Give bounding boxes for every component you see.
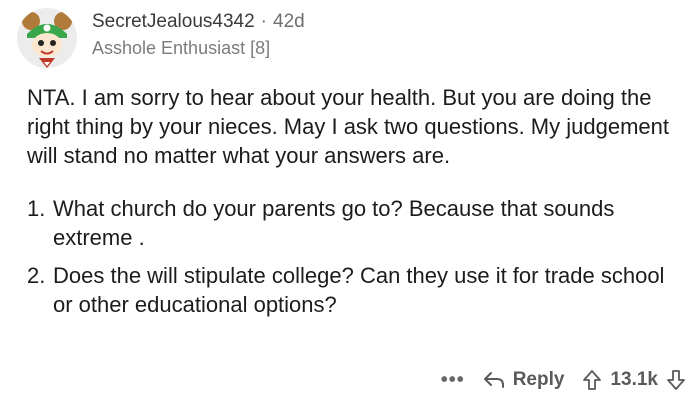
list-item-number: 1. (27, 196, 46, 221)
comment-header: SecretJealous4342 · 42d Asshole Enthusiast… (92, 10, 305, 60)
vote-controls: 13.1k (582, 369, 686, 391)
reply-button[interactable]: Reply (483, 369, 565, 391)
comment-list: 1. What church do your parents go to? Be… (27, 194, 677, 319)
user-flair: Asshole Enthusiast [8] (92, 38, 271, 58)
list-item: 2. Does the will stipulate college? Can … (27, 261, 677, 319)
reddit-avatar-icon (17, 8, 77, 68)
upvote-arrow-icon[interactable] (582, 369, 602, 391)
list-item: 1. What church do your parents go to? Be… (27, 194, 677, 252)
comment-age: 42d (273, 11, 305, 32)
downvote-arrow-icon[interactable] (666, 369, 686, 391)
separator-dot: · (260, 11, 267, 32)
username-line: SecretJealous4342 · 42d (92, 10, 305, 34)
username[interactable]: SecretJealous4342 (92, 11, 255, 32)
vote-count: 13.1k (610, 369, 658, 390)
list-item-text: What church do your parents go to? Becau… (53, 196, 615, 250)
avatar[interactable] (17, 8, 77, 68)
comment: SecretJealous4342 · 42d Asshole Enthusiast… (0, 0, 700, 405)
comment-actions: ••• Reply 13.1k (441, 364, 686, 396)
more-options-button[interactable]: ••• (441, 369, 465, 392)
list-item-text: Does the will stipulate college? Can the… (53, 263, 665, 317)
reply-label: Reply (512, 369, 565, 390)
reply-arrow-icon (483, 370, 505, 390)
list-item-number: 2. (27, 263, 46, 288)
comment-body: NTA. I am sorry to hear about your healt… (27, 83, 677, 319)
comment-paragraph: NTA. I am sorry to hear about your healt… (27, 85, 669, 168)
